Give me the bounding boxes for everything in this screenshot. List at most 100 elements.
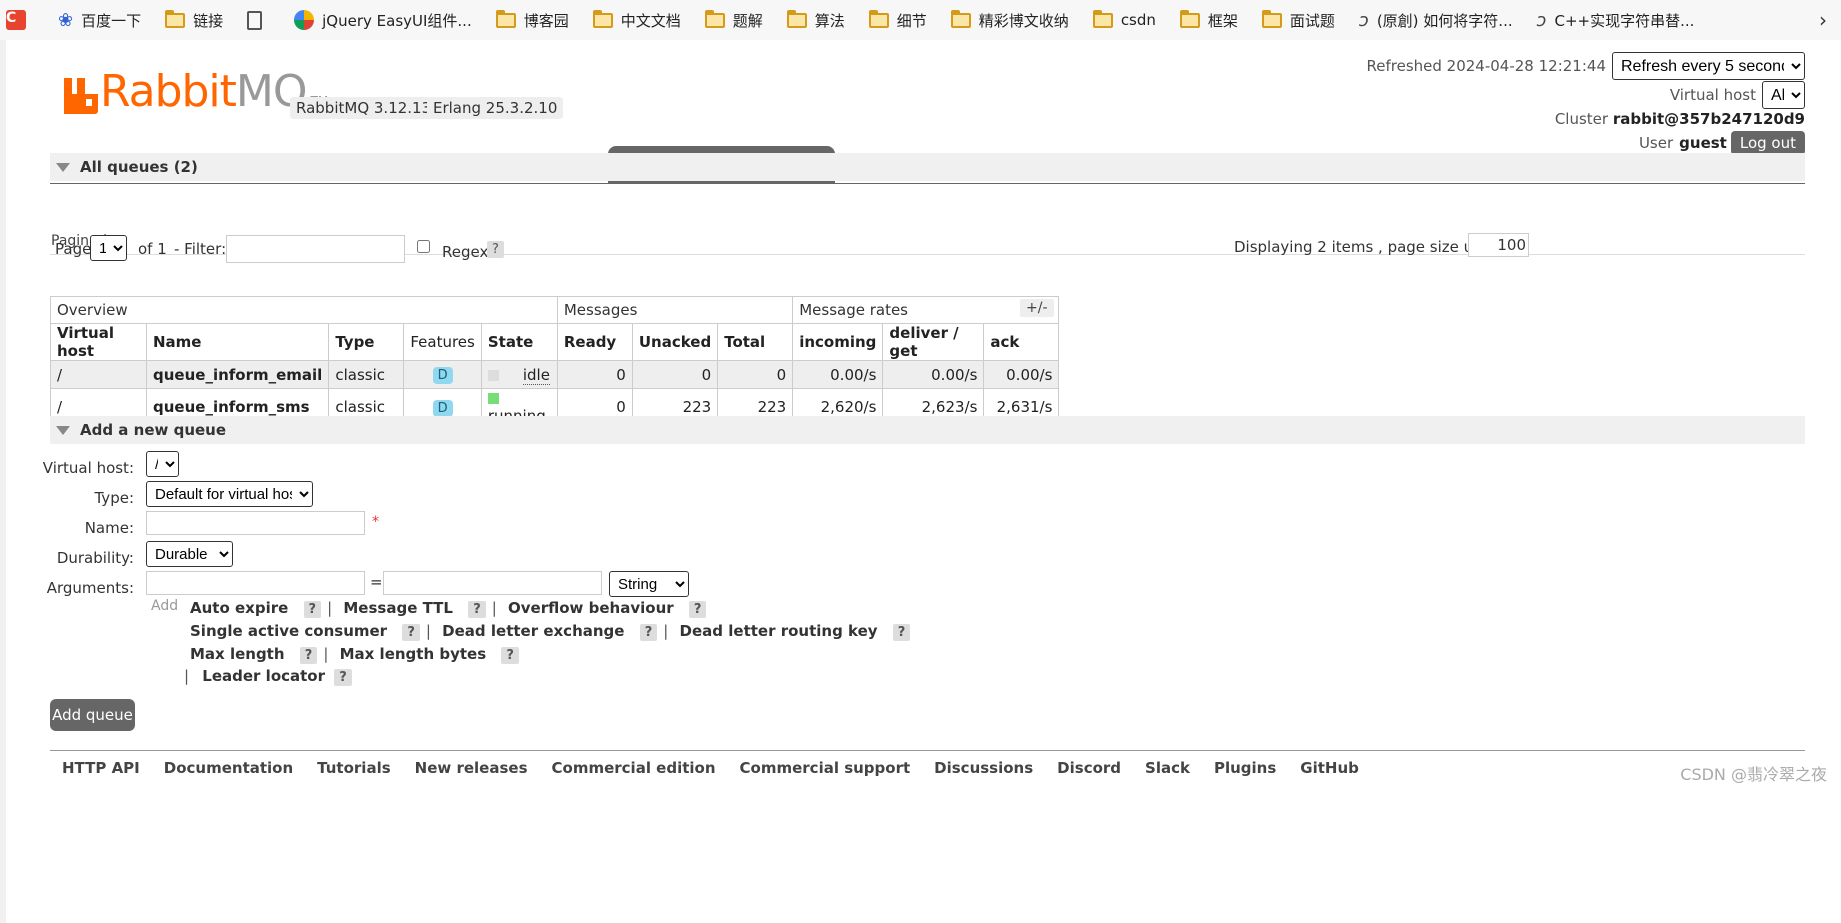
col-unacked[interactable]: Unacked — [631, 323, 719, 361]
bookmark-links[interactable]: 链接 — [165, 9, 223, 31]
overflow-behaviour-link[interactable]: Overflow behaviour — [508, 599, 674, 617]
bookmark-jquery[interactable]: jQuery EasyUI组件... — [294, 10, 472, 31]
footer-links: HTTP API Documentation Tutorials New rel… — [50, 759, 1371, 777]
argument-shortcuts-row-2: Single active consumer ? | Dead letter ex… — [190, 622, 911, 641]
bookmark-cnblogs[interactable]: 博客园 — [495, 9, 569, 31]
argument-key-input[interactable] — [146, 571, 365, 595]
max-length-link[interactable]: Max length — [190, 645, 285, 663]
bookmark-label: 算法 — [814, 11, 845, 30]
bookmark-article-2[interactable]: ↄ C++实现字符串替... — [1537, 10, 1695, 31]
bookmark-zh-docs[interactable]: 中文文档 — [592, 9, 681, 31]
footer-link-documentation[interactable]: Documentation — [164, 759, 293, 777]
table-group-header: Overview Messages Message rates — [50, 296, 1060, 324]
single-active-consumer-link[interactable]: Single active consumer — [190, 622, 387, 640]
filter-input[interactable] — [226, 235, 405, 263]
message-ttl-link[interactable]: Message TTL — [343, 599, 453, 617]
folder-icon — [495, 9, 516, 28]
refresh-interval-select[interactable]: Refresh every 5 seconds — [1612, 52, 1805, 80]
col-state[interactable]: State — [480, 323, 558, 361]
col-ready[interactable]: Ready — [556, 323, 633, 361]
bookmark-article-1[interactable]: ↄ (原創) 如何将字符... — [1359, 10, 1513, 31]
rabbitmq-logo[interactable]: RabbitMQ TM — [64, 70, 328, 114]
max-length-bytes-link[interactable]: Max length bytes — [340, 645, 487, 663]
cluster-label: Cluster — [1554, 110, 1609, 128]
leader-locator-help-button[interactable]: ? — [334, 669, 352, 686]
col-name[interactable]: Name — [145, 323, 330, 361]
c-icon: C — [6, 10, 26, 30]
bookmark-blogs[interactable]: 精彩博文收纳 — [950, 9, 1069, 31]
footer-link-tutorials[interactable]: Tutorials — [317, 759, 390, 777]
bookmarks-bar: C ❀ 百度一下 链接 jQuery EasyUI组件... 博客园 中文文档 题… — [0, 0, 1841, 40]
footer-link-commercial-support[interactable]: Commercial support — [740, 759, 911, 777]
bookmark-solutions[interactable]: 题解 — [704, 9, 763, 31]
auto-expire-help-button[interactable]: ? — [303, 601, 322, 618]
queue-name-input[interactable] — [146, 511, 365, 535]
bookmark-baidu[interactable]: ❀ 百度一下 — [58, 10, 141, 31]
folder-icon — [592, 9, 613, 28]
bookmark-frameworks[interactable]: 框架 — [1179, 9, 1238, 31]
virtual-host-select[interactable]: All — [1762, 81, 1805, 109]
col-deliver-get[interactable]: deliver / get — [882, 323, 985, 361]
footer-link-github[interactable]: GitHub — [1300, 759, 1359, 777]
max-length-bytes-help-button[interactable]: ? — [501, 647, 519, 664]
leader-locator-link[interactable]: Leader locator — [202, 667, 325, 685]
logout-button[interactable]: Log out — [1730, 131, 1805, 155]
bookmark-csdn[interactable]: csdn — [1092, 9, 1156, 29]
page-select[interactable]: 1 — [90, 235, 127, 261]
dead-letter-routing-key-link[interactable]: Dead letter routing key — [680, 622, 878, 640]
footer-link-discord[interactable]: Discord — [1057, 759, 1121, 777]
dead-letter-exchange-link[interactable]: Dead letter exchange — [442, 622, 624, 640]
regex-checkbox[interactable] — [417, 240, 430, 253]
add-queue-title: Add a new queue — [80, 421, 227, 439]
separator: | — [663, 622, 669, 640]
bookmark-doc[interactable] — [247, 10, 270, 30]
footer-link-http-api[interactable]: HTTP API — [62, 759, 140, 777]
col-total[interactable]: Total — [717, 323, 794, 361]
message-ttl-help-button[interactable]: ? — [468, 601, 486, 618]
bookmark-c[interactable]: C — [6, 10, 34, 30]
bookmark-algo[interactable]: 算法 — [786, 9, 845, 31]
footer-link-discussions[interactable]: Discussions — [934, 759, 1033, 777]
argument-shortcuts-row-4: | Leader locator ? — [184, 667, 352, 686]
table-column-header: Virtual host Name Type Features State Re… — [50, 323, 1060, 361]
footer-divider — [50, 750, 1805, 751]
all-queues-section-header[interactable]: All queues (2) — [50, 153, 1805, 181]
footer-link-commercial-edition[interactable]: Commercial edition — [552, 759, 716, 777]
col-incoming[interactable]: incoming — [792, 323, 884, 361]
add-queue-section-header[interactable]: Add a new queue — [50, 416, 1805, 444]
col-features[interactable]: Features — [403, 323, 482, 361]
bookmark-interview[interactable]: 面试题 — [1261, 9, 1335, 31]
argument-value-input[interactable] — [383, 571, 602, 595]
queue-name-link[interactable]: queue_inform_email — [145, 360, 330, 389]
footer-link-new-releases[interactable]: New releases — [415, 759, 528, 777]
overflow-behaviour-help-button[interactable]: ? — [688, 601, 707, 618]
argument-type-select[interactable]: String — [609, 571, 689, 597]
bookmark-details[interactable]: 细节 — [868, 9, 927, 31]
dead-letter-exchange-help-button[interactable]: ? — [639, 624, 658, 641]
argument-shortcuts-row-1: Auto expire ? | Message TTL ? | Overflow b… — [190, 599, 707, 618]
page-content: RabbitMQ TM RabbitMQ 3.12.13 Erlang 25.3… — [6, 40, 1841, 923]
cell-ready: 0 — [556, 360, 633, 389]
virtual-host-label: Virtual host — [1669, 86, 1756, 104]
cell-incoming: 0.00/s — [792, 360, 884, 389]
single-active-consumer-help-button[interactable]: ? — [402, 624, 420, 641]
separator: | — [184, 667, 190, 685]
cluster-row: Cluster rabbit@357b247120d9 — [1555, 110, 1805, 128]
column-options-button[interactable]: +/- — [1020, 299, 1054, 317]
more-bookmarks-chevron-icon[interactable]: › — [1819, 8, 1827, 32]
durability-select[interactable]: Durable — [146, 541, 233, 567]
dead-letter-routing-key-help-button[interactable]: ? — [892, 624, 911, 641]
regex-help-button[interactable]: ? — [487, 241, 504, 258]
auto-expire-link[interactable]: Auto expire — [190, 599, 288, 617]
col-virtual-host[interactable]: Virtual host — [50, 323, 147, 361]
user-row: User guest Log out — [1639, 131, 1805, 155]
max-length-help-button[interactable]: ? — [299, 647, 318, 664]
page-size-input[interactable] — [1468, 233, 1529, 257]
col-ack[interactable]: ack — [983, 323, 1060, 361]
add-queue-button[interactable]: Add queue — [50, 699, 135, 731]
footer-link-slack[interactable]: Slack — [1145, 759, 1190, 777]
col-type[interactable]: Type — [328, 323, 405, 361]
vhost-field-select[interactable]: / — [146, 451, 179, 477]
type-field-select[interactable]: Default for virtual host — [146, 481, 313, 507]
footer-link-plugins[interactable]: Plugins — [1214, 759, 1276, 777]
